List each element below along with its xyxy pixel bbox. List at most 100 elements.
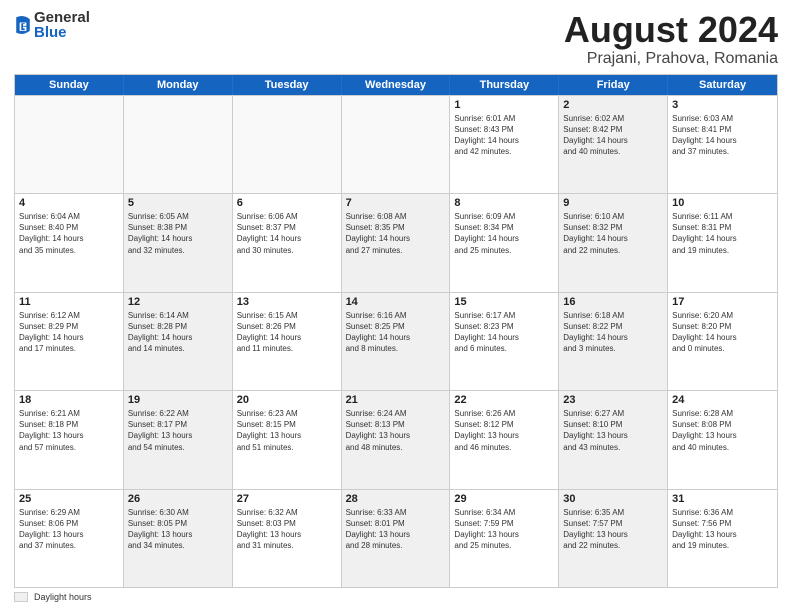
- day-number: 20: [237, 394, 337, 406]
- day-cell-4: 4 Sunrise: 6:04 AM Sunset: 8:40 PM Daylig…: [15, 194, 124, 291]
- day-info: Sunrise: 6:27 AM Sunset: 8:10 PM Dayligh…: [563, 408, 663, 453]
- day-info: Sunrise: 6:26 AM Sunset: 8:12 PM Dayligh…: [454, 408, 554, 453]
- day-cell-15: 15 Sunrise: 6:17 AM Sunset: 8:23 PM Dayli…: [450, 293, 559, 390]
- day-info: Sunrise: 6:36 AM Sunset: 7:56 PM Dayligh…: [672, 507, 773, 552]
- day-number: 9: [563, 197, 663, 209]
- day-info: Sunrise: 6:32 AM Sunset: 8:03 PM Dayligh…: [237, 507, 337, 552]
- day-number: 24: [672, 394, 773, 406]
- day-cell-6: 6Sunrise: 6:06 AM Sunset: 8:37 PM Daylig…: [233, 194, 342, 291]
- calendar-body: 1 Sunrise: 6:01 AM Sunset: 8:43 PM Daylig…: [15, 95, 777, 587]
- day-cell-19: 19 Sunrise: 6:22 AM Sunset: 8:17 PM Dayli…: [124, 391, 233, 488]
- week-row-3: 11Sunrise: 6:12 AM Sunset: 8:29 PM Dayli…: [15, 292, 777, 390]
- day-number: 12: [128, 296, 228, 308]
- day-cell-23: 23 Sunrise: 6:27 AM Sunset: 8:10 PM Dayli…: [559, 391, 668, 488]
- day-number: 27: [237, 493, 337, 505]
- header-day-tuesday: Tuesday: [233, 75, 342, 95]
- page: General Blue August 2024 Prajani, Prahov…: [0, 0, 792, 612]
- day-cell-22: 22 Sunrise: 6:26 AM Sunset: 8:12 PM Dayli…: [450, 391, 559, 488]
- day-number: 26: [128, 493, 228, 505]
- day-number: 14: [346, 296, 446, 308]
- day-info: Sunrise: 6:22 AM Sunset: 8:17 PM Dayligh…: [128, 408, 228, 453]
- day-cell-13: 13 Sunrise: 6:15 AM Sunset: 8:26 PM Dayli…: [233, 293, 342, 390]
- footer: Daylight hours: [14, 592, 778, 602]
- day-number: 16: [563, 296, 663, 308]
- day-number: 21: [346, 394, 446, 406]
- footer-label: Daylight hours: [34, 592, 92, 602]
- day-info: Sunrise: 6:17 AM Sunset: 8:23 PM Dayligh…: [454, 310, 554, 355]
- header-day-saturday: Saturday: [668, 75, 777, 95]
- day-number: 25: [19, 493, 119, 505]
- day-info: Sunrise: 6:18 AM Sunset: 8:22 PM Dayligh…: [563, 310, 663, 355]
- day-number: 22: [454, 394, 554, 406]
- logo-icon: [14, 14, 32, 36]
- day-info: Sunrise: 6:11 AM Sunset: 8:31 PM Dayligh…: [672, 211, 773, 256]
- title-block: August 2024 Prajani, Prahova, Romania: [564, 10, 778, 68]
- logo-blue-text: Blue: [34, 25, 90, 40]
- footer-daylight-box: [14, 592, 28, 602]
- day-info: Sunrise: 6:24 AM Sunset: 8:13 PM Dayligh…: [346, 408, 446, 453]
- day-info: Sunrise: 6:06 AM Sunset: 8:37 PM Dayligh…: [237, 211, 337, 256]
- day-info: Sunrise: 6:03 AM Sunset: 8:41 PM Dayligh…: [672, 113, 773, 158]
- day-number: 28: [346, 493, 446, 505]
- day-number: 19: [128, 394, 228, 406]
- day-cell-12: 12 Sunrise: 6:14 AM Sunset: 8:28 PM Dayli…: [124, 293, 233, 390]
- day-cell-18: 18Sunrise: 6:21 AM Sunset: 8:18 PM Dayli…: [15, 391, 124, 488]
- day-info: Sunrise: 6:20 AM Sunset: 8:20 PM Dayligh…: [672, 310, 773, 355]
- header-day-thursday: Thursday: [450, 75, 559, 95]
- day-cell-17: 17 Sunrise: 6:20 AM Sunset: 8:20 PM Dayli…: [668, 293, 777, 390]
- day-number: 13: [237, 296, 337, 308]
- week-row-4: 18Sunrise: 6:21 AM Sunset: 8:18 PM Dayli…: [15, 390, 777, 488]
- day-number: 2: [563, 99, 663, 111]
- day-info: Sunrise: 6:01 AM Sunset: 8:43 PM Dayligh…: [454, 113, 554, 158]
- day-number: 23: [563, 394, 663, 406]
- day-info: Sunrise: 6:15 AM Sunset: 8:26 PM Dayligh…: [237, 310, 337, 355]
- day-cell-28: 28Sunrise: 6:33 AM Sunset: 8:01 PM Dayli…: [342, 490, 451, 587]
- day-number: 15: [454, 296, 554, 308]
- day-cell-30: 30Sunrise: 6:35 AM Sunset: 7:57 PM Dayli…: [559, 490, 668, 587]
- day-cell-1: 1 Sunrise: 6:01 AM Sunset: 8:43 PM Daylig…: [450, 96, 559, 193]
- day-cell-29: 29Sunrise: 6:34 AM Sunset: 7:59 PM Dayli…: [450, 490, 559, 587]
- day-number: 10: [672, 197, 773, 209]
- day-cell-24: 24 Sunrise: 6:28 AM Sunset: 8:08 PM Dayli…: [668, 391, 777, 488]
- day-cell-20: 20 Sunrise: 6:23 AM Sunset: 8:15 PM Dayli…: [233, 391, 342, 488]
- day-number: 4: [19, 197, 119, 209]
- day-number: 5: [128, 197, 228, 209]
- day-info: Sunrise: 6:16 AM Sunset: 8:25 PM Dayligh…: [346, 310, 446, 355]
- day-info: Sunrise: 6:09 AM Sunset: 8:34 PM Dayligh…: [454, 211, 554, 256]
- header-day-sunday: Sunday: [15, 75, 124, 95]
- day-number: 8: [454, 197, 554, 209]
- day-info: Sunrise: 6:28 AM Sunset: 8:08 PM Dayligh…: [672, 408, 773, 453]
- logo: General Blue: [14, 10, 90, 40]
- day-info: Sunrise: 6:14 AM Sunset: 8:28 PM Dayligh…: [128, 310, 228, 355]
- day-info: Sunrise: 6:29 AM Sunset: 8:06 PM Dayligh…: [19, 507, 119, 552]
- day-info: Sunrise: 6:21 AM Sunset: 8:18 PM Dayligh…: [19, 408, 119, 453]
- day-number: 29: [454, 493, 554, 505]
- day-cell-11: 11Sunrise: 6:12 AM Sunset: 8:29 PM Dayli…: [15, 293, 124, 390]
- week-row-1: 1 Sunrise: 6:01 AM Sunset: 8:43 PM Daylig…: [15, 95, 777, 193]
- day-number: 1: [454, 99, 554, 111]
- day-cell-10: 10 Sunrise: 6:11 AM Sunset: 8:31 PM Dayli…: [668, 194, 777, 291]
- day-number: 17: [672, 296, 773, 308]
- day-info: Sunrise: 6:05 AM Sunset: 8:38 PM Dayligh…: [128, 211, 228, 256]
- day-info: Sunrise: 6:23 AM Sunset: 8:15 PM Dayligh…: [237, 408, 337, 453]
- empty-cell: [15, 96, 124, 193]
- header: General Blue August 2024 Prajani, Prahov…: [14, 10, 778, 68]
- day-cell-21: 21 Sunrise: 6:24 AM Sunset: 8:13 PM Dayli…: [342, 391, 451, 488]
- day-info: Sunrise: 6:04 AM Sunset: 8:40 PM Dayligh…: [19, 211, 119, 256]
- day-cell-8: 8 Sunrise: 6:09 AM Sunset: 8:34 PM Daylig…: [450, 194, 559, 291]
- calendar-header-row: SundayMondayTuesdayWednesdayThursdayFrid…: [15, 75, 777, 95]
- calendar: SundayMondayTuesdayWednesdayThursdayFrid…: [14, 74, 778, 588]
- day-cell-31: 31 Sunrise: 6:36 AM Sunset: 7:56 PM Dayli…: [668, 490, 777, 587]
- day-info: Sunrise: 6:08 AM Sunset: 8:35 PM Dayligh…: [346, 211, 446, 256]
- empty-cell: [233, 96, 342, 193]
- day-cell-25: 25 Sunrise: 6:29 AM Sunset: 8:06 PM Dayli…: [15, 490, 124, 587]
- day-info: Sunrise: 6:30 AM Sunset: 8:05 PM Dayligh…: [128, 507, 228, 552]
- header-day-wednesday: Wednesday: [342, 75, 451, 95]
- day-info: Sunrise: 6:02 AM Sunset: 8:42 PM Dayligh…: [563, 113, 663, 158]
- day-number: 3: [672, 99, 773, 111]
- day-cell-27: 27 Sunrise: 6:32 AM Sunset: 8:03 PM Dayli…: [233, 490, 342, 587]
- empty-cell: [342, 96, 451, 193]
- day-number: 31: [672, 493, 773, 505]
- header-day-monday: Monday: [124, 75, 233, 95]
- day-cell-3: 3 Sunrise: 6:03 AM Sunset: 8:41 PM Daylig…: [668, 96, 777, 193]
